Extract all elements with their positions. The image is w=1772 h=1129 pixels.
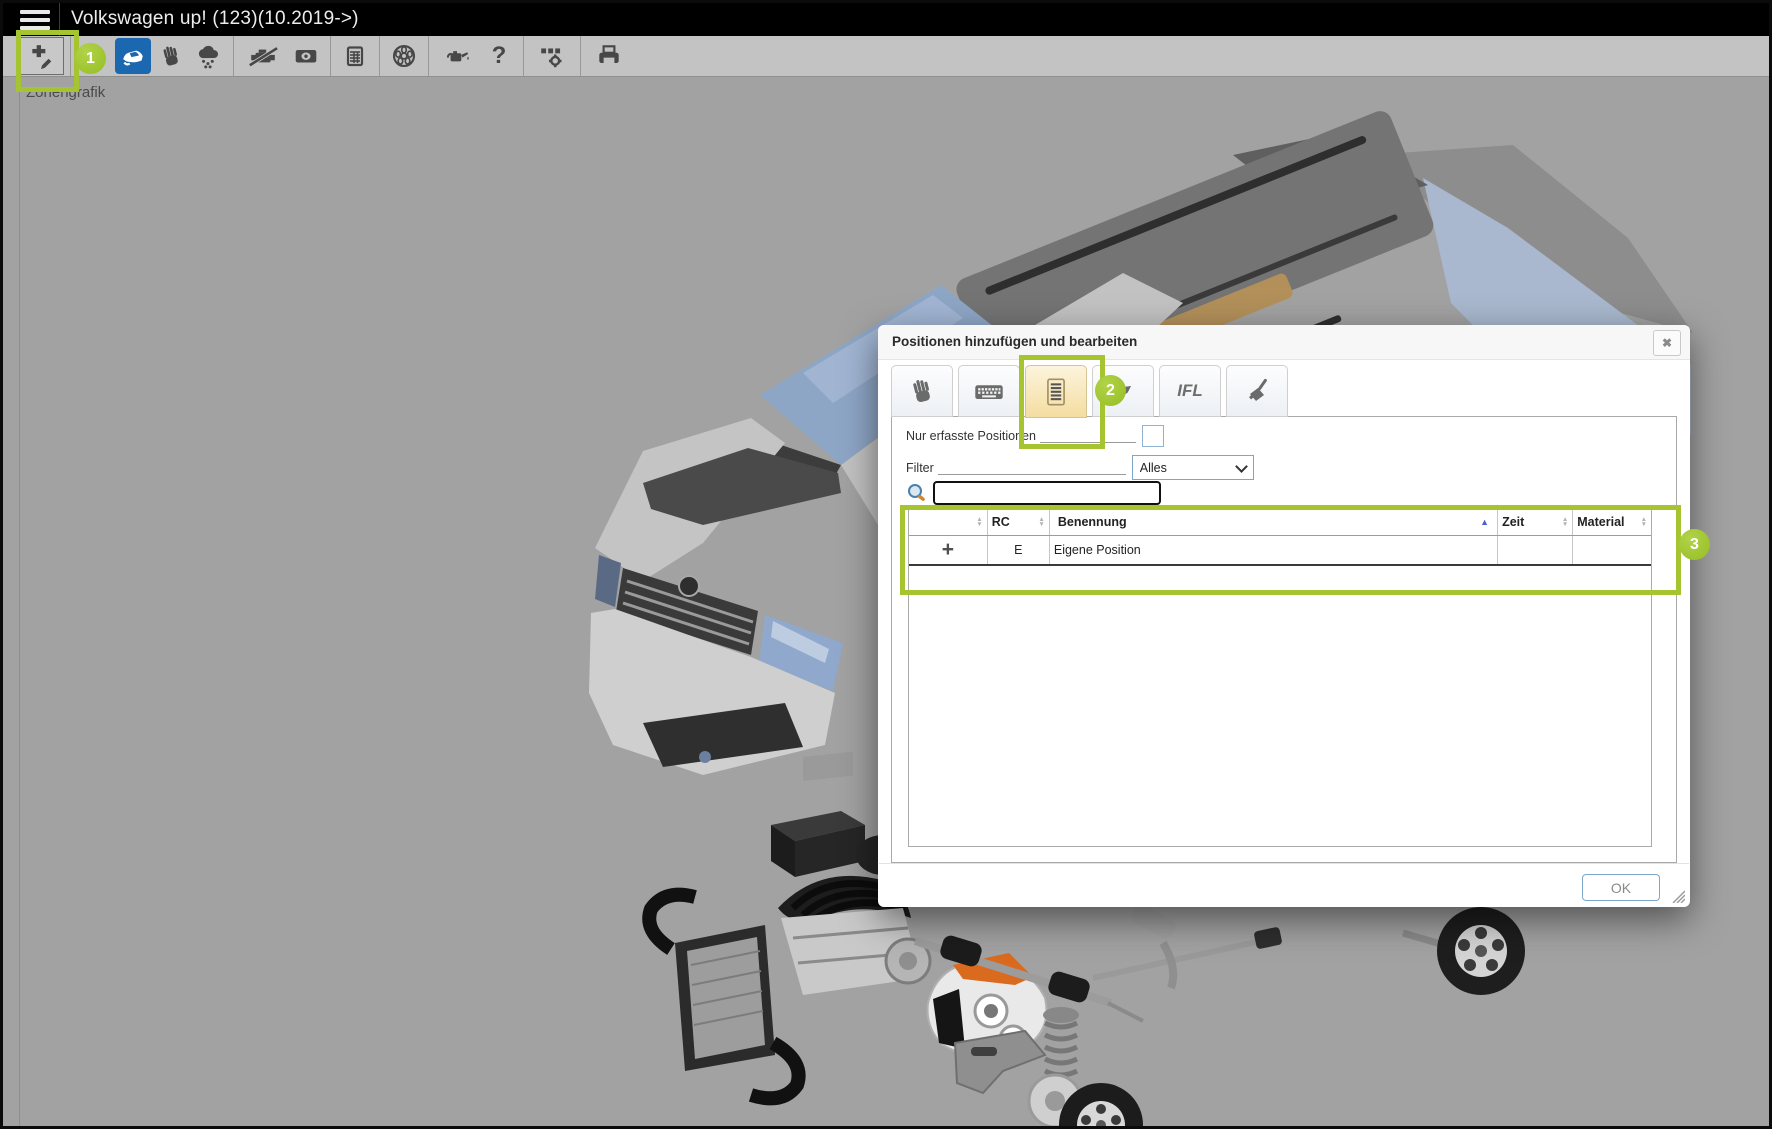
sort-icons: ▲▼ [976,517,982,527]
titlebar-separator [59,3,60,36]
dialog-close-button[interactable]: ✖ [1653,330,1681,356]
settings-button[interactable] [530,38,574,74]
positions-dialog: Positionen hinzufügen und bearbeiten ✖ [878,325,1690,907]
engine-button[interactable] [240,38,286,74]
cell-rc: E [987,535,1049,565]
hail-damage-button[interactable] [191,38,227,74]
column-add[interactable]: ▲▼ [909,510,987,535]
tab-position-list[interactable] [1025,365,1087,418]
column-benennung[interactable]: Benennung ▲ [1049,510,1497,535]
table-header-row: ▲▼ RC ▲▼ [909,510,1651,535]
print-button[interactable] [587,38,631,74]
money-button[interactable] [288,38,324,74]
step-badge-1: 1 [75,43,106,74]
table-icon [343,44,367,68]
label-underline [938,461,1126,475]
add-row-button[interactable]: + [909,535,987,565]
dialog-tabs: IFL [891,365,1288,418]
table-row: + E Eigene Position [909,535,1651,565]
hand-pointer-icon [908,377,936,405]
column-rc[interactable]: RC ▲▼ [987,510,1049,535]
step-badge-3: 3 [1679,529,1710,560]
hand-icon [159,44,183,68]
hamburger-menu-icon[interactable] [20,10,50,30]
ifl-label: IFL [1177,381,1203,401]
add-position-button[interactable] [18,37,64,75]
toolbar-separator [428,36,429,77]
filter-row: Filter Alles [906,455,1254,480]
main-toolbar: ? [3,36,1769,77]
filter-label: Filter [906,461,934,475]
money-icon [293,43,319,69]
footer-divider [879,863,1689,864]
title-bar: Volkswagen up! (123)(10.2019->) [3,3,1769,36]
search-row [906,481,1161,505]
close-icon: ✖ [1662,336,1672,350]
question-icon: ? [492,44,507,68]
toolbar-separator [330,36,331,77]
filter-select[interactable]: Alles [1132,455,1254,480]
tab-ifl[interactable]: IFL [1159,365,1221,417]
paint-car-button[interactable] [115,38,151,74]
toolbar-separator [580,36,581,77]
column-material[interactable]: Material ▲▼ [1573,510,1651,535]
positions-table: ▲▼ RC ▲▼ [909,510,1651,566]
column-zeit[interactable]: Zeit ▲▼ [1498,510,1573,535]
broom-icon [1243,377,1271,405]
wheel-button[interactable] [386,38,422,74]
sort-icons: ▲▼ [1641,517,1647,527]
engine-icon [248,43,278,69]
help-button[interactable]: ? [481,38,517,74]
only-captured-label: Nur erfasste Positionen [906,429,1036,443]
sorted-asc-icon: ▲ [1480,517,1489,527]
search-input[interactable] [933,481,1161,505]
positions-list-container[interactable]: ▲▼ RC ▲▼ [908,509,1652,847]
label-underline [1040,429,1136,443]
cell-zeit [1498,535,1573,565]
resize-handle-icon[interactable] [1670,888,1685,903]
only-captured-row: Nur erfasste Positionen [906,425,1164,447]
cloud-hail-icon [196,43,222,69]
printer-icon [595,43,623,69]
keyboard-icon [973,377,1005,405]
dialog-title: Positionen hinzufügen und bearbeiten [892,334,1137,349]
dialog-header[interactable]: Positionen hinzufügen und bearbeiten ✖ [878,325,1690,360]
sort-icons: ▲▼ [1562,517,1568,527]
manual-hand-button[interactable] [153,38,189,74]
tab-keyboard-entry[interactable] [958,365,1020,417]
tab-cleanup[interactable] [1226,365,1288,417]
oil-can-icon [443,43,471,69]
oil-service-button[interactable] [435,38,479,74]
step-badge-2: 2 [1095,375,1126,406]
toolbar-separator [70,36,71,77]
car-paint-icon [120,43,146,69]
app-window: Volkswagen up! (123)(10.2019->) [0,0,1772,1129]
sort-icons: ▲▼ [1038,517,1044,527]
cell-benennung: Eigene Position [1049,535,1497,565]
boxes-gear-icon [538,43,566,69]
toolbar-separator [379,36,380,77]
ok-button[interactable]: OK [1582,874,1660,901]
wheel-icon [391,43,417,69]
cell-material [1573,535,1651,565]
zone-graphic-label: Zonengrafik [26,84,105,101]
calculation-table-button[interactable] [337,38,373,74]
search-icon [906,482,928,504]
document-list-icon [1042,377,1070,407]
vehicle-title: Volkswagen up! (123)(10.2019->) [71,8,359,30]
plus-pencil-icon [28,43,54,69]
only-captured-checkbox[interactable] [1142,425,1164,447]
tab-hand-select[interactable] [891,365,953,417]
toolbar-separator [233,36,234,77]
dialog-content: Nur erfasste Positionen Filter Alles [891,416,1677,863]
zone-left-border [19,77,20,1126]
toolbar-separator [523,36,524,77]
